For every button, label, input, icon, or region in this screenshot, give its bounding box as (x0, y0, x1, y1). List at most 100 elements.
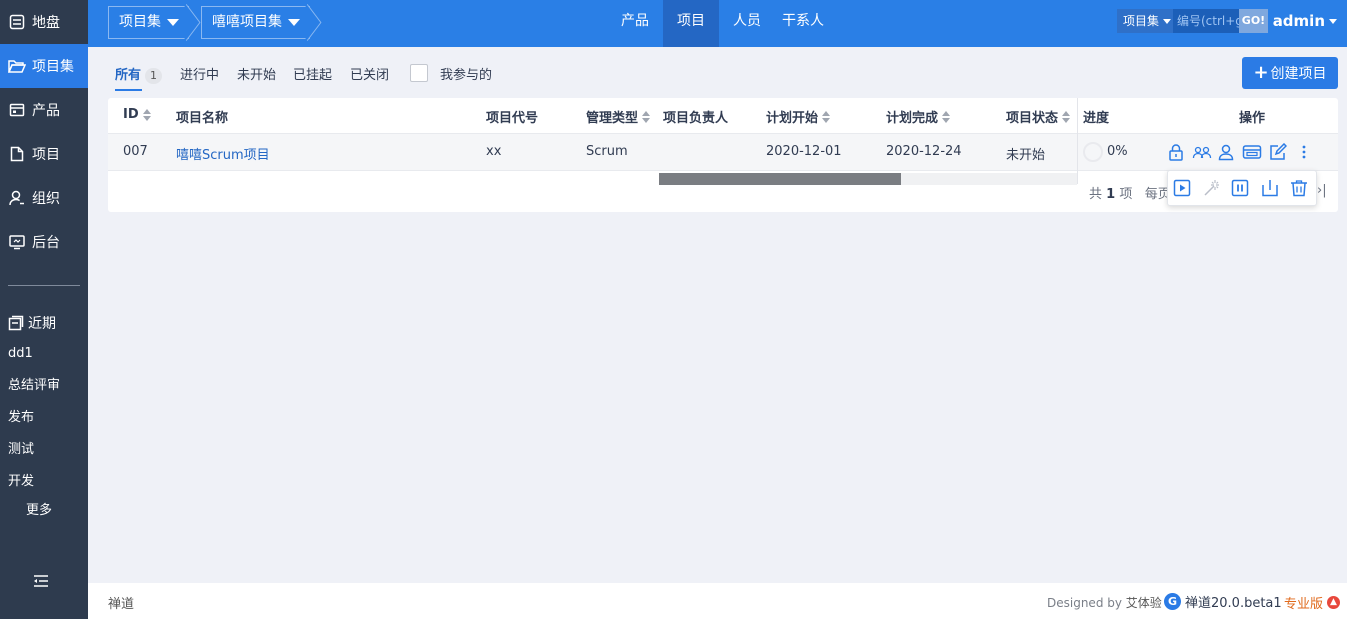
sidebar-item-label: 产品 (32, 103, 60, 119)
global-search: 项目集 GO! (1117, 9, 1268, 33)
sidebar: 地盘 项目集 产品 项目 组织 后台 近期 dd1 总结评审 发布 测试 开发 … (0, 0, 88, 619)
col-label: 管理类型 (586, 111, 639, 126)
col-actions: 操作 (1239, 111, 1266, 126)
edition-upgrade[interactable]: 专业版 ▲ (1284, 593, 1341, 612)
member-icon[interactable] (1218, 143, 1236, 161)
recent-item[interactable]: 总结评审 (0, 370, 88, 402)
involved-checkbox[interactable] (410, 64, 428, 82)
tab-wait[interactable]: 未开始 (237, 64, 276, 83)
fixed-column-divider (1077, 98, 1078, 184)
nav-product[interactable]: 产品 (607, 0, 663, 47)
create-project-button[interactable]: + 创建项目 (1242, 57, 1338, 89)
cell-end: 2020-12-24 (886, 144, 962, 159)
magic-icon (1202, 179, 1220, 197)
nav-personnel[interactable]: 人员 (719, 0, 775, 47)
suspend-icon[interactable] (1231, 179, 1249, 197)
tab-closed[interactable]: 已关闭 (350, 64, 389, 83)
caret-down-icon (1329, 18, 1337, 24)
sidebar-item-dashboard[interactable]: 地盘 (0, 0, 88, 44)
col-label: 项目状态 (1006, 111, 1059, 126)
cell-begin: 2020-12-01 (766, 144, 842, 159)
tab-label: 所有 (115, 68, 142, 83)
lock-icon[interactable] (1167, 143, 1185, 161)
version-link[interactable]: G 禅道20.0.beta1 (1164, 592, 1282, 611)
tab-doing[interactable]: 进行中 (180, 64, 219, 83)
whitelist-icon[interactable] (1242, 143, 1262, 161)
nav-stakeholder[interactable]: 干系人 (775, 0, 831, 47)
search-input[interactable] (1173, 9, 1239, 33)
plus-icon: + (1253, 62, 1269, 83)
filter-bar: 所有 1 进行中 未开始 已挂起 已关闭 我参与的 + 创建项目 (108, 57, 1338, 91)
col-type[interactable]: 管理类型 (586, 107, 651, 126)
col-status[interactable]: 项目状态 (1006, 107, 1071, 126)
search-type-select[interactable]: 项目集 (1117, 9, 1173, 33)
sidebar-item-product[interactable]: 产品 (0, 88, 88, 132)
sidebar-item-label: 项目集 (32, 59, 74, 75)
recent-section: 近期 dd1 总结评审 发布 测试 开发 更多 (0, 308, 88, 524)
col-label: 计划开始 (766, 111, 819, 126)
start-icon[interactable] (1173, 179, 1191, 197)
pager-prefix: 共 (1089, 187, 1103, 202)
caret-down-icon (167, 19, 179, 26)
footer-breadcrumb[interactable]: 禅道 (108, 593, 134, 612)
scrollbar-thumb[interactable] (659, 173, 901, 185)
cell-code: xx (486, 144, 502, 159)
involved-label[interactable]: 我参与的 (440, 64, 492, 83)
search-go-button[interactable]: GO! (1239, 9, 1268, 33)
col-owner[interactable]: 项目负责人 (663, 107, 728, 126)
pager-suffix: 项 (1119, 187, 1133, 202)
recent-item[interactable]: dd1 (0, 338, 88, 370)
user-icon (8, 189, 26, 207)
upgrade-arrow-icon: ▲ (1327, 596, 1341, 609)
delete-icon[interactable] (1290, 179, 1308, 197)
sort-icon (942, 110, 951, 123)
table-row[interactable]: 007 嘻嘻Scrum项目 xx Scrum 2020-12-01 2020-1… (108, 134, 1338, 171)
col-begin[interactable]: 计划开始 (766, 107, 831, 126)
col-name[interactable]: 项目名称 (176, 107, 228, 126)
breadcrumb-program-switcher[interactable]: 项目集 (108, 6, 189, 39)
sort-icon (642, 110, 651, 123)
collapse-menu-icon[interactable] (32, 572, 50, 590)
breadcrumb: 项目集 嘻嘻项目集 (108, 6, 322, 39)
count-badge: 1 (145, 68, 163, 84)
cell-type: Scrum (586, 144, 628, 159)
project-name-link[interactable]: 嘻嘻Scrum项目 (176, 144, 270, 163)
edition-label: 专业版 (1284, 597, 1324, 612)
team-icon[interactable] (1192, 143, 1212, 161)
tab-suspended[interactable]: 已挂起 (293, 64, 332, 83)
col-progress: 进度 (1083, 111, 1110, 126)
sidebar-item-label: 组织 (32, 191, 60, 207)
create-label: 创建项目 (1270, 66, 1327, 82)
pager-summary: 共 1 项 每页 (1089, 183, 1171, 202)
pager-last-button[interactable]: ›| (1317, 183, 1327, 198)
recent-more-link[interactable]: 更多 (0, 498, 88, 524)
more-icon[interactable] (1297, 143, 1311, 161)
col-end[interactable]: 计划完成 (886, 107, 951, 126)
sidebar-item-program[interactable]: 项目集 (0, 44, 88, 88)
breadcrumb-label: 项目集 (119, 14, 161, 30)
recent-item[interactable]: 发布 (0, 402, 88, 434)
sidebar-item-label: 后台 (32, 235, 60, 251)
close-project-icon[interactable] (1261, 179, 1279, 197)
sidebar-divider (8, 285, 80, 286)
cell-progress: 0% (1107, 144, 1128, 159)
project-table: ID 项目名称 项目代号 管理类型 项目负责人 计划开始 计划完成 项目状态 进… (108, 98, 1338, 212)
designer-name[interactable]: 艾体验 (1126, 596, 1162, 610)
breadcrumb-current-program[interactable]: 嘻嘻项目集 (201, 6, 310, 39)
cell-id: 007 (123, 144, 148, 159)
folder-open-icon (8, 57, 26, 75)
edit-icon[interactable] (1269, 143, 1287, 161)
search-type-label: 项目集 (1123, 14, 1160, 28)
sidebar-item-admin[interactable]: 后台 (0, 220, 88, 264)
user-menu[interactable]: admin (1273, 12, 1337, 30)
col-id[interactable]: ID (123, 107, 151, 122)
sidebar-item-project[interactable]: 项目 (0, 132, 88, 176)
col-code[interactable]: 项目代号 (486, 107, 538, 126)
tab-all[interactable]: 所有 1 (115, 64, 163, 91)
sidebar-item-organization[interactable]: 组织 (0, 176, 88, 220)
nav-project[interactable]: 项目 (663, 0, 719, 47)
recent-item[interactable]: 测试 (0, 434, 88, 466)
product-icon (8, 101, 26, 119)
main-nav: 产品 项目 人员 干系人 (607, 0, 831, 47)
recent-item[interactable]: 开发 (0, 466, 88, 498)
